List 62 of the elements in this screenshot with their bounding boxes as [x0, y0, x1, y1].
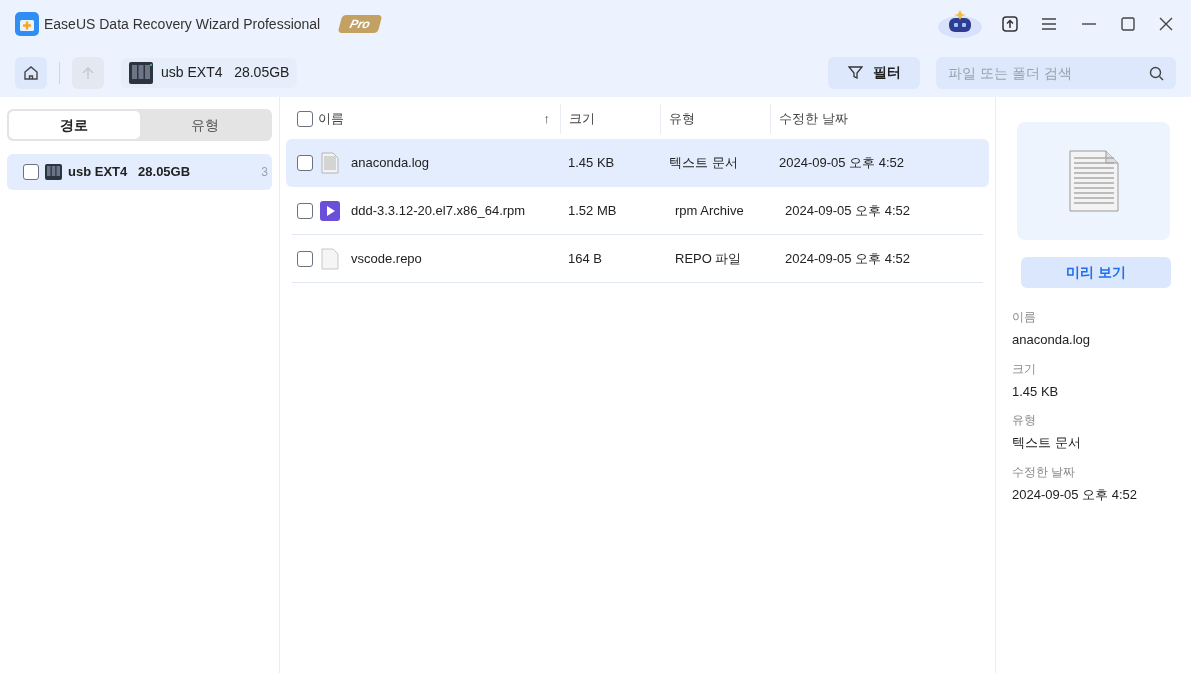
- drive-breadcrumb[interactable]: usb EXT4 28.05GB: [121, 57, 298, 88]
- file-size: 1.52 MB: [567, 201, 618, 220]
- checkbox[interactable]: [297, 111, 313, 127]
- detail-label: 크기: [1012, 360, 1037, 378]
- column-header[interactable]: 수정한 날짜: [779, 109, 848, 129]
- detail-label: 수정한 날짜: [1012, 463, 1077, 481]
- modified-date: 2024-09-05 오후 4:52: [778, 154, 905, 173]
- file-name: anaconda.log: [351, 154, 430, 173]
- menu-icon[interactable]: [1041, 17, 1057, 31]
- file-name: vscode.repo: [351, 249, 422, 268]
- sidebar-tab[interactable]: 경로: [9, 111, 140, 139]
- drive-item[interactable]: usb EXT4 28.05GB 3: [7, 154, 272, 190]
- detail-value: anaconda.log: [1012, 331, 1092, 349]
- drive-label: usb EXT4 28.05GB: [161, 63, 290, 82]
- upload-icon[interactable]: [1001, 15, 1019, 33]
- drive-item-label: usb EXT4 28.05GB: [68, 163, 191, 182]
- column-header[interactable]: 유형: [669, 109, 695, 129]
- sort-arrow[interactable]: ↑: [543, 109, 550, 129]
- video-file-icon: [320, 200, 340, 221]
- file-count: 3: [261, 164, 268, 181]
- sidebar-tab[interactable]: 유형: [139, 111, 270, 139]
- file-name: ddd-3.3.12-20.el7.x86_64.rpm: [351, 201, 526, 220]
- text-file-icon: [321, 152, 339, 174]
- filter-button[interactable]: 필터: [828, 56, 920, 89]
- maximize-icon[interactable]: [1121, 17, 1135, 31]
- drive-icon: [129, 61, 153, 84]
- checkbox[interactable]: [23, 164, 39, 180]
- robot-icon[interactable]: [937, 9, 983, 39]
- home-button[interactable]: [15, 56, 47, 89]
- column-header[interactable]: 크기: [569, 109, 595, 129]
- checkbox[interactable]: [297, 250, 313, 267]
- detail-value: 1.45 KB: [1012, 382, 1060, 401]
- search-icon: [1149, 65, 1164, 81]
- detail-value: 2024-09-05 오후 4:52: [1012, 485, 1139, 504]
- home-icon: [23, 64, 39, 81]
- blank-file-icon: [321, 247, 339, 270]
- column-header[interactable]: 이름: [318, 109, 344, 129]
- file-type: 텍스트 문서: [668, 154, 739, 173]
- checkbox[interactable]: [297, 202, 313, 219]
- pro-badge: Pro: [337, 15, 383, 33]
- filter-icon: [847, 65, 863, 80]
- document-icon: [1068, 150, 1119, 212]
- modified-date: 2024-09-05 오후 4:52: [784, 201, 911, 220]
- checkbox[interactable]: [297, 155, 313, 171]
- modified-date: 2024-09-05 오후 4:52: [784, 249, 911, 268]
- file-row[interactable]: anaconda.log 1.45 KB 텍스트 문서 2024-09-05 오후 4:52: [286, 139, 989, 187]
- search-field[interactable]: 파일 또는 폴더 검색: [936, 56, 1176, 89]
- window-title: EaseUS Data Recovery Wizard Professional: [44, 14, 321, 34]
- arrow-up-icon: [81, 65, 95, 80]
- file-type: REPO 파일: [674, 249, 743, 268]
- file-size: 1.45 KB: [567, 154, 616, 173]
- file-type: rpm Archive: [674, 201, 745, 220]
- detail-label: 이름: [1012, 309, 1037, 326]
- file-row[interactable]: vscode.repo 164 B REPO 파일 2024-09-05 오후 4:52: [292, 235, 983, 283]
- detail-label: 유형: [1012, 412, 1037, 429]
- app-logo-icon: [15, 12, 39, 36]
- close-icon[interactable]: [1159, 17, 1173, 31]
- detail-value: 텍스트 문서: [1012, 434, 1082, 452]
- preview-button[interactable]: 미리 보기: [1021, 257, 1171, 288]
- drive-icon: [45, 164, 62, 180]
- file-size: 164 B: [567, 249, 603, 268]
- file-row[interactable]: ddd-3.3.12-20.el7.x86_64.rpm 1.52 MB rpm Archive 2024-09-05 오후 4:52: [292, 187, 983, 235]
